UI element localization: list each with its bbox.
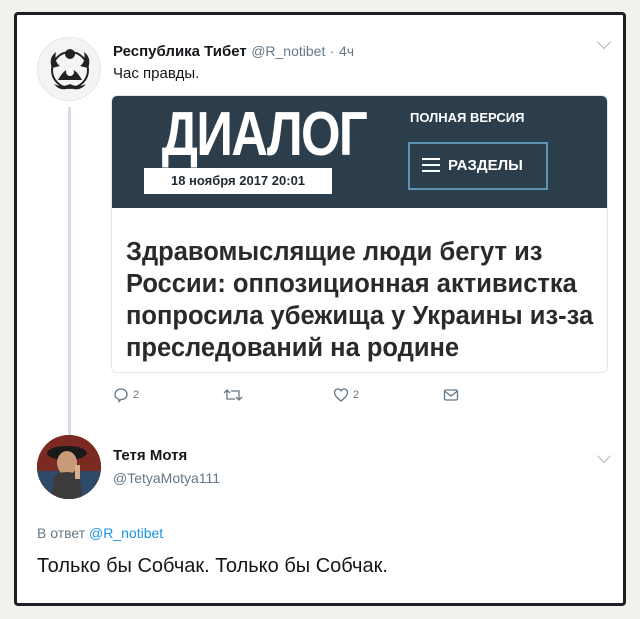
- tweet-actions: 2 2: [113, 387, 513, 407]
- like-icon: [333, 388, 349, 402]
- replying-to: В ответ @R_notibet: [37, 525, 163, 541]
- sections-button: РАЗДЕЛЫ: [408, 142, 548, 190]
- full-version-link: ПОЛНАЯ ВЕРСИЯ: [410, 110, 525, 125]
- card-banner: ДИАЛОГ 18 ноября 2017 20:01 ПОЛНАЯ ВЕРСИ…: [112, 96, 607, 208]
- author-handle[interactable]: @R_notibet: [251, 43, 325, 59]
- author-name[interactable]: Республика Тибет: [113, 43, 247, 60]
- reply-count: 2: [133, 389, 140, 401]
- sections-label: РАЗДЕЛЫ: [448, 157, 523, 174]
- menu-icon: [422, 158, 440, 172]
- avatar-tetya-motya[interactable]: [37, 435, 101, 499]
- time-separator: ·: [329, 43, 335, 59]
- link-card[interactable]: ДИАЛОГ 18 ноября 2017 20:01 ПОЛНАЯ ВЕРСИ…: [111, 95, 608, 373]
- retweet-action[interactable]: [223, 387, 243, 403]
- like-count: 2: [353, 389, 360, 401]
- tweet-frame: Республика Тибет @R_notibet · 4ч Час пра…: [14, 12, 626, 606]
- reply-action[interactable]: 2: [113, 387, 139, 403]
- dm-icon: [443, 389, 459, 401]
- tweet1-header: Республика Тибет @R_notibet · 4ч: [113, 43, 354, 61]
- like-action[interactable]: 2: [333, 387, 359, 403]
- reply-icon: [114, 388, 128, 403]
- avatar-portrait-icon: [37, 435, 101, 499]
- chevron-down-icon[interactable]: [596, 34, 612, 50]
- retweet-icon: [223, 389, 243, 401]
- reply-prefix: В ответ: [37, 525, 86, 541]
- dm-action[interactable]: [443, 387, 459, 403]
- dialog-logo: ДИАЛОГ: [161, 100, 368, 169]
- article-date: 18 ноября 2017 20:01: [144, 168, 332, 194]
- chevron-down-icon[interactable]: [596, 448, 612, 464]
- author-name-2[interactable]: Тетя Мотя: [113, 447, 187, 464]
- article-headline: Здравомыслящие люди бегут из России: опп…: [126, 238, 594, 362]
- reply-handle-link[interactable]: @R_notibet: [89, 525, 163, 541]
- tweet-time[interactable]: 4ч: [339, 43, 354, 59]
- tweet-text: Час правды.: [113, 65, 200, 82]
- author-handle-2[interactable]: @TetyaMotya111: [113, 470, 220, 486]
- tibet-emblem-icon: [50, 49, 90, 90]
- thread-line: [68, 107, 71, 435]
- avatar-tibet[interactable]: [37, 37, 101, 101]
- tweet-text-2: Только бы Собчак. Только бы Собчак.: [37, 555, 388, 577]
